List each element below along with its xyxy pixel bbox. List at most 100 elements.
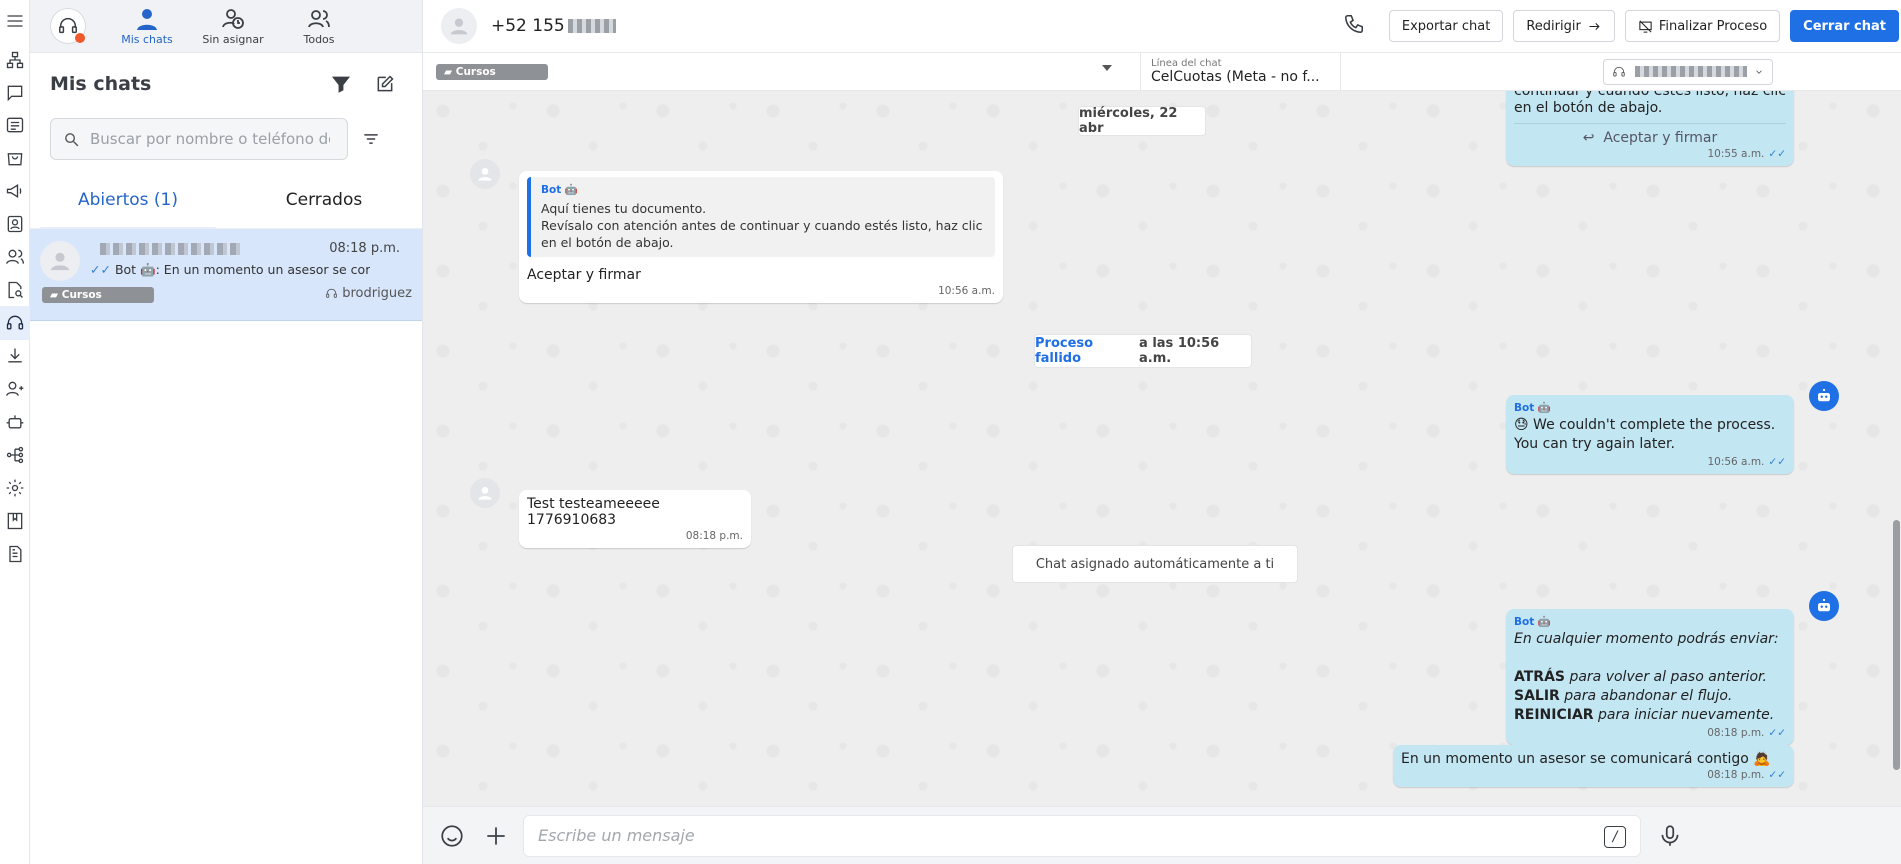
message-text: Test testeameeeee 1776910683 — [527, 496, 660, 528]
filter-button[interactable] — [324, 67, 358, 101]
tab-label: Todos — [303, 32, 335, 46]
tags-selector[interactable]: ▰ Cursos — [423, 52, 1141, 91]
users-icon[interactable] — [0, 240, 30, 274]
bot-avatar — [1809, 381, 1839, 411]
arrow-right-icon — [1589, 22, 1600, 30]
message-bubble: En un momento un asesor se comunicará co… — [1393, 745, 1794, 787]
message-input-wrapper[interactable]: / — [523, 814, 1641, 857]
user-clock-icon — [222, 8, 244, 29]
tab-abiertos[interactable]: Abiertos (1) — [30, 171, 226, 229]
messages-area[interactable]: continuar y cuando estés listo, haz clic… — [423, 91, 1901, 806]
failed-label: Proceso fallido — [1035, 336, 1094, 366]
smiley-icon — [441, 824, 463, 847]
report-icon[interactable] — [0, 537, 30, 571]
user-group-icon[interactable] — [0, 372, 30, 406]
message-time: 08:18 p.m. — [685, 530, 743, 542]
doc-search-icon[interactable] — [0, 273, 30, 307]
gear-icon[interactable] — [0, 471, 30, 505]
microphone-icon — [1661, 824, 1679, 846]
message-meta: 08:18 p.m. ✓✓ — [1401, 769, 1786, 781]
tab-label: Sin asignar — [202, 32, 264, 46]
phone-prefix: +52 155 — [491, 16, 565, 36]
megaphone-icon[interactable] — [0, 174, 30, 208]
chat-preview: ✓✓ Bot 🤖: En un momento un asesor se cor — [90, 262, 370, 278]
contacts-icon[interactable] — [0, 207, 30, 241]
new-chat-button[interactable] — [368, 67, 402, 101]
option-back: ATRÁS para volver al paso anterior. — [1514, 668, 1786, 687]
icon-rail — [0, 0, 30, 864]
search-field[interactable] — [50, 118, 348, 160]
assignee-selector[interactable] — [1603, 58, 1773, 85]
line-label: Línea del chat — [1151, 58, 1222, 69]
contact-avatar[interactable] — [441, 8, 477, 44]
call-button[interactable] — [1343, 13, 1365, 39]
quoted-message: Bot 🤖 Aquí tienes tu documento. Revísalo… — [527, 177, 995, 257]
flow-icon[interactable] — [0, 438, 30, 472]
contact-avatar — [40, 241, 80, 281]
agent-avatar[interactable] — [50, 8, 86, 44]
quoted-line-2: Revísalo con atención antes de continuar… — [541, 218, 983, 250]
edit-icon — [377, 75, 394, 92]
status-dot — [75, 33, 85, 43]
sort-lines-icon — [364, 134, 378, 144]
header-actions: Exportar chat Redirigir Finalizar Proces… — [1343, 10, 1901, 42]
double-check-icon: ✓✓ — [1768, 727, 1786, 739]
robot-icon — [1818, 388, 1830, 402]
messages-scrollbar[interactable] — [1893, 95, 1900, 795]
person-icon — [50, 252, 70, 271]
attach-button[interactable] — [481, 821, 511, 851]
sort-button[interactable] — [354, 122, 388, 156]
tag-badge: ▰ Cursos — [42, 287, 154, 303]
top-navigation: Mis chats Sin asignar Todos — [30, 0, 422, 53]
message-time: 08:18 p.m. — [1707, 727, 1765, 739]
download-icon[interactable] — [0, 339, 30, 373]
search-input[interactable] — [90, 130, 330, 148]
option-text: para abandonar el flujo. — [1559, 688, 1733, 704]
contact-name-redacted — [100, 243, 240, 255]
finish-process-button[interactable]: Finalizar Proceso — [1624, 10, 1781, 42]
list-item[interactable]: 08:18 p.m. ✓✓ Bot 🤖: En un momento un ase… — [30, 229, 422, 321]
org-chart-icon[interactable] — [0, 43, 30, 77]
tab-todos[interactable]: Todos — [276, 7, 362, 46]
person-icon — [478, 168, 492, 181]
message-text: En un momento un asesor se comunicará co… — [1401, 751, 1771, 767]
tab-mis-chats[interactable]: Mis chats — [104, 7, 190, 46]
robot-icon[interactable] — [0, 405, 30, 439]
tab-sin-asignar[interactable]: Sin asignar — [190, 7, 276, 46]
message-input[interactable] — [538, 826, 1538, 845]
button-label: Aceptar y firmar — [1603, 130, 1718, 146]
book-icon[interactable] — [0, 504, 30, 538]
voice-note-button[interactable] — [1655, 821, 1685, 851]
menu-icon[interactable] — [0, 4, 30, 38]
chat-bubble-icon[interactable] — [0, 76, 30, 110]
chevron-down-icon[interactable] — [1102, 64, 1112, 71]
emoji-button[interactable] — [437, 821, 467, 851]
export-chat-button[interactable]: Exportar chat — [1388, 10, 1504, 42]
funnel-icon — [331, 76, 351, 93]
option-text: para iniciar nuevamente. — [1593, 707, 1775, 723]
users-icon — [308, 9, 330, 27]
failed-time: a las 10:56 a.m. — [1139, 336, 1220, 366]
option-key: SALIR — [1514, 688, 1560, 704]
headset-icon[interactable] — [0, 306, 30, 340]
message-time: 08:18 p.m. — [1707, 769, 1765, 781]
quick-replies-button[interactable]: / — [1604, 825, 1626, 848]
scroll-thumb[interactable] — [1893, 520, 1900, 770]
close-chat-button[interactable]: Cerrar chat — [1790, 10, 1899, 42]
agent-name: brodriguez — [342, 286, 412, 301]
conversation-subheader: ▰ Cursos Línea del chat CelCuotas (Meta … — [423, 52, 1901, 91]
shopping-bag-icon[interactable] — [0, 141, 30, 175]
assigned-agent: brodriguez — [325, 286, 412, 301]
slash-glyph: / — [1612, 828, 1618, 845]
message-bubble: continuar y cuando estés listo, haz clic… — [1506, 91, 1794, 166]
list-icon[interactable] — [0, 108, 30, 142]
accept-sign-button[interactable]: ↩ Aceptar y firmar — [1514, 123, 1786, 146]
line-value: CelCuotas (Meta - no f... — [1151, 69, 1320, 85]
conversation-panel: +52 155 Exportar chat Redirigir Finaliza… — [423, 0, 1901, 864]
option-key: ATRÁS — [1514, 669, 1565, 685]
tab-cerrados[interactable]: Cerrados — [226, 171, 422, 228]
redirect-button[interactable]: Redirigir — [1513, 10, 1615, 42]
sender-name: Bot 🤖 — [1514, 616, 1551, 628]
chat-line-selector[interactable]: Línea del chat CelCuotas (Meta - no f... — [1141, 52, 1341, 91]
headset-icon — [1613, 66, 1625, 77]
